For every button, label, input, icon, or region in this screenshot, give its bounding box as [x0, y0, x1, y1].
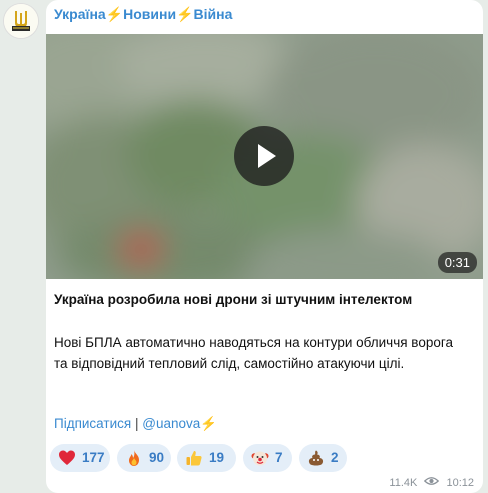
clown-icon — [251, 451, 269, 466]
fire-icon — [129, 450, 139, 466]
thumbs-up-icon — [186, 451, 202, 466]
play-icon — [258, 144, 276, 168]
post-meta: 11.4K 10:12 — [389, 476, 474, 489]
play-button[interactable] — [234, 126, 294, 186]
channel-avatar[interactable] — [3, 3, 39, 39]
channel-name[interactable]: Україна⚡️Новини⚡️Війна — [54, 6, 232, 23]
heart-icon — [59, 450, 75, 465]
reaction-count: 19 — [209, 450, 225, 465]
reaction-heart[interactable]: 177 — [50, 444, 110, 472]
reaction-fire[interactable]: 90 — [117, 444, 171, 472]
subscribe-link[interactable]: Підписатися — [54, 416, 131, 431]
post-footer-links: Підписатися | @uanova⚡️ — [54, 416, 217, 432]
channel-handle-link[interactable]: @uanova⚡️ — [142, 416, 217, 431]
message-bubble: Україна⚡️Новини⚡️Війна 0:31 Україна розр… — [46, 0, 483, 493]
reaction-count: 7 — [275, 450, 283, 465]
reaction-poop[interactable]: 2 — [299, 444, 347, 472]
view-count: 11.4K — [389, 476, 418, 489]
reaction-clown[interactable]: 7 — [243, 444, 292, 472]
reaction-count: 177 — [82, 450, 105, 465]
reaction-count: 2 — [331, 450, 339, 465]
post-body: Нові БПЛА автоматично наводяться на конт… — [54, 335, 453, 371]
video-preview[interactable]: 0:31 — [46, 34, 483, 279]
post-headline: Україна розробила нові дрони зі штучним … — [54, 292, 413, 307]
poop-icon — [308, 450, 324, 466]
reaction-thumbs-up[interactable]: 19 — [177, 444, 236, 472]
reaction-count: 90 — [149, 450, 165, 465]
video-duration: 0:31 — [437, 252, 477, 273]
eye-icon — [420, 476, 443, 489]
post-time: 10:12 — [446, 476, 474, 489]
separator: | — [134, 416, 139, 431]
trident-logo-icon — [4, 4, 38, 38]
